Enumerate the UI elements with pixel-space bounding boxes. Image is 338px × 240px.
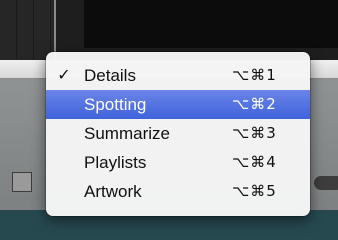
menu-item-label: Spotting [84, 95, 147, 114]
menu-item-label: Playlists [84, 153, 147, 172]
checkmark-icon: ✓ [57, 67, 71, 84]
background-divider [54, 0, 56, 60]
menu-item-playlists[interactable]: Playlists ⌥⌘4 [46, 148, 310, 177]
view-menu: ✓ Details ⌥⌘1 Spotting ⌥⌘2 Summarize ⌥⌘3… [46, 52, 310, 216]
menu-item-label: Artwork [84, 182, 142, 201]
background-checkbox[interactable] [12, 172, 32, 192]
menu-item-label: Details [84, 66, 136, 85]
menu-item-summarize[interactable]: Summarize ⌥⌘3 [46, 119, 310, 148]
menu-item-shortcut: ⌥⌘4 [232, 153, 277, 171]
menu-item-details[interactable]: ✓ Details ⌥⌘1 [46, 61, 310, 90]
menu-item-artwork[interactable]: Artwork ⌥⌘5 [46, 177, 310, 206]
menu-item-shortcut: ⌥⌘3 [232, 124, 277, 142]
background-dark-panel [84, 0, 338, 48]
menu-item-shortcut: ⌥⌘2 [232, 95, 277, 113]
menu-item-label: Summarize [84, 124, 170, 143]
menu-item-shortcut: ⌥⌘1 [232, 66, 277, 84]
menu-item-shortcut: ⌥⌘5 [232, 182, 277, 200]
background-dark-area [0, 0, 338, 60]
menu-item-spotting[interactable]: Spotting ⌥⌘2 [46, 90, 310, 119]
background-slider-knob[interactable] [314, 176, 338, 190]
background-grid [0, 0, 54, 60]
